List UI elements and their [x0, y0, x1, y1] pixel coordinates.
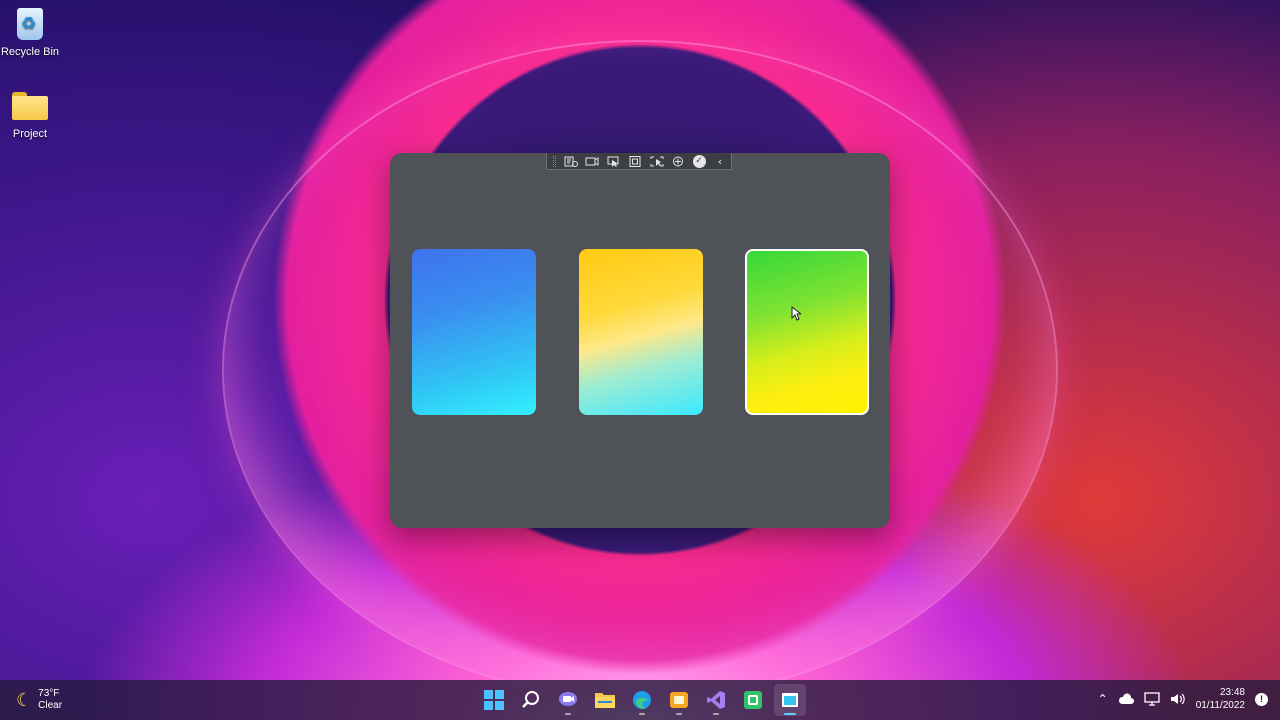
display-layout-adorners-icon[interactable] [628, 155, 642, 167]
mouse-pointer-icon [791, 306, 801, 321]
clock-time: 23:48 [1219, 687, 1245, 698]
visual-studio-button[interactable] [700, 684, 732, 716]
yellow-card[interactable] [579, 249, 703, 415]
notification-icon[interactable]: ! [1255, 692, 1268, 706]
cloud-icon[interactable] [1118, 693, 1134, 705]
file-explorer-button[interactable] [589, 684, 621, 716]
live-visual-tree-icon[interactable] [564, 156, 578, 167]
chat-button[interactable] [552, 684, 584, 716]
track-focus-icon[interactable] [650, 156, 664, 167]
green-card[interactable] [745, 249, 869, 415]
app-window: ✓ ‹ [390, 153, 890, 528]
search-icon [522, 691, 539, 708]
app-icon [670, 692, 688, 708]
system-tray: ⌃ 23:48 01/11/2022 ! [1098, 686, 1268, 712]
select-element-icon[interactable] [607, 156, 621, 167]
file-explorer-icon [595, 693, 615, 708]
xaml-debug-toolbar: ✓ ‹ [546, 153, 732, 170]
hot-reload-check-icon[interactable]: ✓ [692, 154, 706, 168]
start-button[interactable] [478, 684, 510, 716]
desktop-icon-project[interactable]: Project [0, 88, 60, 140]
edge-button[interactable] [626, 684, 658, 716]
weather-widget[interactable]: ☾ 73°F Clear [16, 688, 62, 712]
collapse-chevron-icon[interactable]: ‹ [713, 156, 727, 167]
active-app-button[interactable] [774, 684, 806, 716]
chat-icon [559, 692, 577, 706]
network-icon[interactable] [1144, 692, 1160, 706]
search-button[interactable] [515, 684, 547, 716]
android-icon [744, 691, 762, 709]
clock[interactable]: 23:48 01/11/2022 [1196, 686, 1245, 712]
weather-condition: Clear [38, 700, 63, 711]
android-button[interactable] [737, 684, 769, 716]
blue-card[interactable] [412, 249, 536, 415]
weather-temp: 73°F [38, 688, 60, 699]
chevron-up-icon[interactable]: ⌃ [1098, 692, 1108, 706]
binding-failures-icon[interactable] [671, 156, 685, 167]
moon-icon: ☾ [16, 689, 33, 711]
recycle-bin-icon [12, 6, 48, 42]
active-app-icon [782, 693, 798, 707]
desktop-icon-recycle-bin[interactable]: Recycle Bin [0, 6, 60, 58]
taskbar-apps [478, 684, 806, 716]
volume-icon[interactable] [1170, 692, 1186, 706]
taskbar: ☾ 73°F Clear ⌃ 23:48 01/11/2022 ! [0, 680, 1280, 720]
desktop-icon-label: Project [12, 128, 48, 140]
toolbar-grip[interactable] [553, 155, 556, 167]
folder-icon [12, 88, 48, 124]
visual-studio-icon [707, 691, 725, 709]
app-button[interactable] [663, 684, 695, 716]
clock-date: 01/11/2022 [1195, 700, 1245, 711]
edge-icon [633, 691, 651, 709]
desktop-icon-label: Recycle Bin [0, 46, 60, 58]
record-icon[interactable] [585, 156, 599, 167]
windows-logo-icon [484, 690, 504, 710]
